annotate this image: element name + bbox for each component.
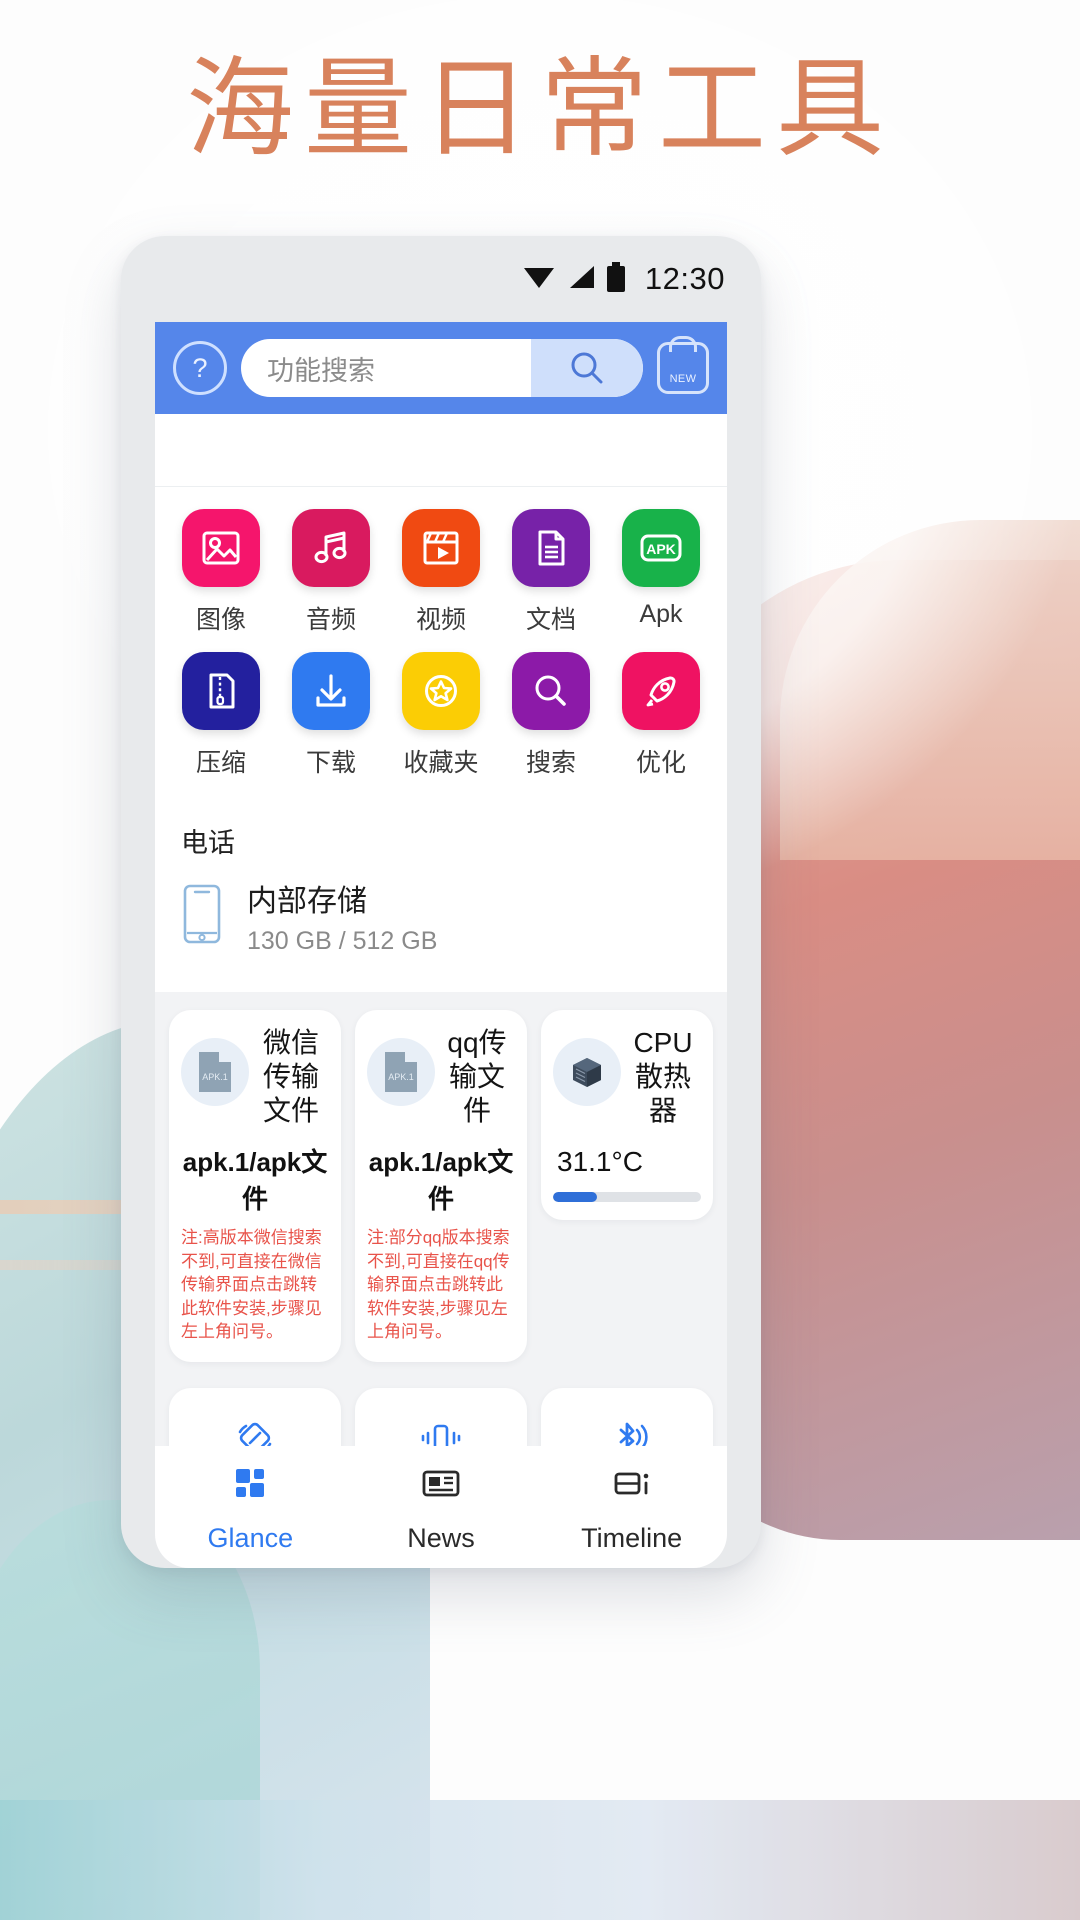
shopping-bag-icon[interactable]: NEW (657, 336, 709, 394)
help-label: ? (192, 352, 208, 383)
phone-mockup: 12:30 ? 功能搜索 NEW 图像 音频 视频 文档 APK Apk 压缩 … (121, 236, 761, 1568)
section-title: 电话 (181, 828, 235, 858)
status-bar-clock: 12:30 (644, 261, 725, 296)
tool-item-search[interactable]: 搜索 (499, 652, 603, 779)
signal-icon (566, 264, 596, 295)
tool-grid-row-2: 压缩 下载 收藏夹 搜索 优化 (169, 652, 713, 779)
bottom-navigation: Glance News Timeline (155, 1446, 727, 1568)
progress-fill (553, 1192, 598, 1203)
tool-item-document[interactable]: 文档 (499, 509, 603, 636)
card-note: 注:部分qq版本搜索不到,可直接在qq传输界面点击跳转此软件安装,步骤见左上角问… (367, 1228, 510, 1342)
card-title: 微信传输文件 (262, 1027, 319, 1127)
app-bar: ? 功能搜索 NEW (155, 322, 727, 414)
tool-label: Apk (639, 600, 683, 628)
nav-tab-glance[interactable]: Glance (155, 1461, 346, 1554)
cpu-chip-icon (553, 1038, 621, 1106)
document-icon (512, 509, 590, 587)
apk-file-icon: APK.1 (367, 1038, 435, 1106)
tool-grid: 图像 音频 视频 文档 APK Apk 压缩 下载 收藏夹 搜索 优化 (155, 487, 727, 799)
nav-tab-timeline[interactable]: Timeline (536, 1461, 727, 1554)
bag-handle (669, 336, 697, 352)
phone-storage-section: 电话 内部存储 130 GB / 512 GB (155, 799, 727, 992)
tool-item-favorites[interactable]: 收藏夹 (389, 652, 493, 779)
music-note-icon (292, 509, 370, 587)
wifi-icon (522, 264, 556, 295)
nav-tab-label: News (407, 1522, 475, 1553)
card-header: APK.1 qq传输文件 (367, 1026, 515, 1128)
apk-icon: APK (622, 509, 700, 587)
clapperboard-icon (402, 509, 480, 587)
search-icon (571, 352, 603, 384)
card-header: APK.1 微信传输文件 (181, 1026, 329, 1128)
timeline-icon (609, 1461, 655, 1510)
svg-text:APK.1: APK.1 (202, 1072, 228, 1082)
card-list: APK.1 微信传输文件 apk.1/apk文件 注:高版本微信搜索不到,可直接… (169, 1010, 713, 1362)
search-button[interactable] (531, 339, 643, 397)
cpu-temperature-progress (553, 1192, 701, 1203)
new-badge-label: NEW (669, 373, 697, 385)
card-title: qq传输文件 (447, 1027, 507, 1127)
download-icon (292, 652, 370, 730)
card-wechat-transfer[interactable]: APK.1 微信传输文件 apk.1/apk文件 注:高版本微信搜索不到,可直接… (169, 1010, 341, 1362)
card-cpu-cooler[interactable]: CPU散热器 31.1°C (541, 1010, 713, 1221)
zip-file-icon (182, 652, 260, 730)
phone-screen: ? 功能搜索 NEW 图像 音频 视频 文档 APK Apk 压缩 下载 收藏夹… (155, 322, 727, 1532)
nav-tab-news[interactable]: News (346, 1461, 537, 1554)
tool-label: 下载 (305, 749, 356, 777)
nav-tab-label: Glance (207, 1522, 294, 1553)
app-bar-spacer (155, 414, 727, 487)
magnifier-icon (512, 652, 590, 730)
card-qq-transfer[interactable]: APK.1 qq传输文件 apk.1/apk文件 注:部分qq版本搜索不到,可直… (355, 1010, 527, 1362)
tool-item-image[interactable]: 图像 (169, 509, 273, 636)
battery-icon (606, 261, 626, 297)
tool-item-apk[interactable]: APK Apk (609, 509, 713, 636)
rocket-icon (622, 652, 700, 730)
tool-label: 文档 (525, 606, 576, 634)
tool-item-compress[interactable]: 压缩 (169, 652, 273, 779)
search-input[interactable]: 功能搜索 (241, 339, 643, 397)
search-placeholder: 功能搜索 (267, 355, 375, 386)
star-favorite-icon (402, 652, 480, 730)
image-icon (182, 509, 260, 587)
tool-label: 视频 (415, 606, 466, 634)
svg-text:APK: APK (646, 541, 676, 557)
tool-grid-row-1: 图像 音频 视频 文档 APK Apk (169, 509, 713, 636)
storage-name: 内部存储 (247, 885, 367, 918)
question-mark-icon[interactable]: ? (173, 341, 227, 395)
svg-text:APK.1: APK.1 (388, 1072, 414, 1082)
tool-label: 音频 (305, 606, 356, 634)
card-subtitle: apk.1/apk文件 (368, 1147, 514, 1215)
smartphone-icon (181, 883, 223, 950)
tool-label: 压缩 (195, 749, 246, 777)
tool-label: 图像 (195, 606, 246, 634)
tool-label: 收藏夹 (403, 749, 479, 777)
tool-item-audio[interactable]: 音频 (279, 509, 383, 636)
storage-row[interactable]: 内部存储 130 GB / 512 GB (181, 866, 701, 982)
storage-usage: 130 GB / 512 GB (247, 927, 438, 955)
news-icon (418, 1461, 464, 1510)
nav-tab-label: Timeline (581, 1522, 683, 1553)
card-note: 注:高版本微信搜索不到,可直接在微信传输界面点击跳转此软件安装,步骤见左上角问号… (181, 1228, 322, 1342)
page-title: 海量日常工具 (185, 48, 894, 169)
tool-item-download[interactable]: 下载 (279, 652, 383, 779)
card-subtitle: apk.1/apk文件 (182, 1147, 328, 1215)
apk-file-icon: APK.1 (181, 1038, 249, 1106)
tool-label: 优化 (635, 749, 686, 777)
tool-label: 搜索 (525, 749, 576, 777)
tool-item-optimize[interactable]: 优化 (609, 652, 713, 779)
tool-item-video[interactable]: 视频 (389, 509, 493, 636)
status-bar: 12:30 (121, 236, 761, 322)
card-title: CPU散热器 (633, 1027, 693, 1127)
grid-dashboard-icon (228, 1461, 272, 1510)
card-header: CPU散热器 (553, 1026, 701, 1128)
cpu-temperature: 31.1°C (557, 1146, 643, 1178)
